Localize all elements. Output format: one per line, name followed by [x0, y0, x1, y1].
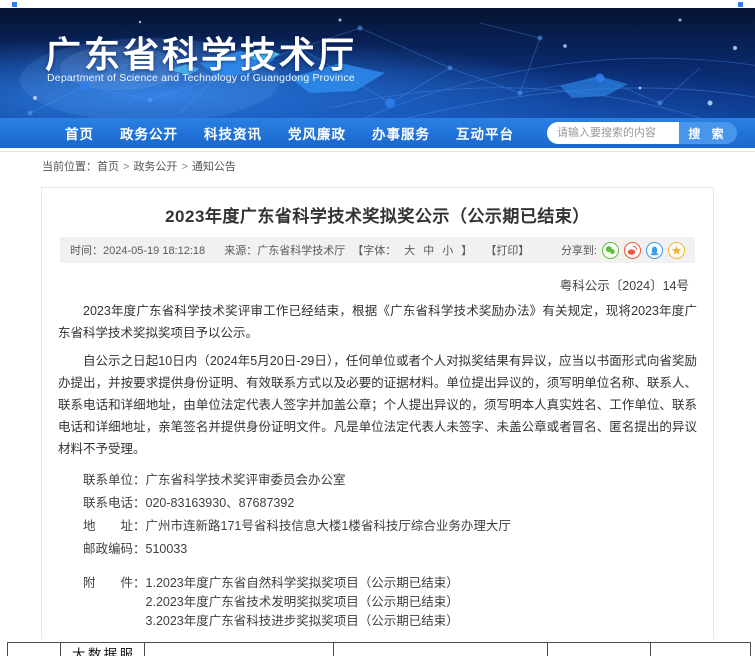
attachments-label: 附 件：: [83, 574, 146, 631]
print-button[interactable]: 【打印】: [485, 245, 529, 257]
nav-item-6[interactable]: 互动平台: [443, 123, 527, 143]
attachments: 附 件： 1.2023年度广东省自然科学奖拟奖项目（公示期已结束）2.2023年…: [58, 574, 697, 631]
cell-nominator: 广州市科学技术局: [548, 643, 651, 656]
project-name-text: 大数据服务器主板用高速高多层印制电路关键技术及产业化: [62, 644, 143, 656]
nav-item-5[interactable]: 办事服务: [359, 123, 443, 143]
page: 广东省科学技术厅 Department of Science and Techn…: [0, 0, 755, 656]
source: 来源：广东省科学技术厅: [224, 245, 345, 257]
article: 2023年度广东省科学技术奖拟奖公示（公示期已结束） 时间：2024-05-19…: [41, 187, 714, 639]
nav-item-4[interactable]: 党风廉政: [275, 123, 359, 143]
breadcrumb-separator: >: [181, 161, 187, 173]
cell-awardees: 黎钦源曾 红彭镜辉杨 舒田 玲黄 欣钟根带向参军张德金倪浩然: [145, 643, 334, 656]
breadcrumb-link-2[interactable]: 政务公开: [133, 161, 177, 173]
contact-value: 广东省科学技术奖评审委员会办公室: [146, 473, 346, 487]
weibo-share-icon[interactable]: [624, 242, 641, 259]
fontsize-buttons: 大中小: [400, 245, 457, 257]
meta-left: 时间：2024-05-19 18:12:18 来源：广东省科学技术厅 【字体： 大…: [70, 242, 533, 258]
search-input[interactable]: [547, 122, 679, 144]
attachment-list: 1.2023年度广东省自然科学奖拟奖项目（公示期已结束）2.2023年度广东省技…: [146, 574, 459, 631]
qzone-share-icon[interactable]: [668, 242, 685, 259]
contact-line-3: 地 址：广州市连新路171号省科技信息大楼1楼省科技厅综合业务办理大厅: [83, 515, 697, 538]
contact-value: 020-83163930、87687392: [146, 496, 295, 510]
top-strip: [0, 0, 755, 8]
share-icons: [597, 242, 685, 259]
breadcrumb-link-1[interactable]: 首页: [97, 161, 119, 173]
breadcrumb-link-3[interactable]: 通知公告: [192, 161, 236, 173]
main-nav: 首页政务公开科技资讯党风廉政办事服务互动平台 搜 索: [0, 118, 755, 148]
attachment-link-1[interactable]: 1.2023年度广东省自然科学奖拟奖项目（公示期已结束）: [146, 574, 459, 593]
document-number: 粤科公示〔2024〕14号: [52, 263, 703, 294]
publish-time: 时间：2024-05-19 18:12:18: [70, 245, 205, 257]
attachment-link-2[interactable]: 2.2023年度广东省技术发明奖拟奖项目（公示期已结束）: [146, 593, 459, 612]
fontsize-button-3[interactable]: 小: [442, 245, 453, 257]
contact-label: 联系电话：: [83, 496, 146, 510]
page-title: 2023年度广东省科学技术奖拟奖公示（公示期已结束）: [52, 202, 703, 227]
article-meta-bar: 时间：2024-05-19 18:12:18 来源：广东省科学技术厅 【字体： 大…: [60, 237, 695, 263]
fontsize-suffix: 】: [461, 245, 472, 257]
deco-square-icon: [738, 2, 743, 7]
contact-line-4: 邮政编码：510033: [83, 538, 697, 561]
contact-label: 地 址：: [83, 519, 146, 533]
fontsize-prefix: 【字体：: [352, 245, 396, 257]
contact-label: 联系单位：: [83, 473, 146, 487]
breadcrumb-separator: >: [123, 161, 129, 173]
share-label: 分享到:: [561, 242, 597, 258]
nav-menu: 首页政务公开科技资讯党风廉政办事服务互动平台: [52, 123, 527, 143]
nav-item-2[interactable]: 政务公开: [107, 123, 191, 143]
contact-line-2: 联系电话：020-83163930、87687392: [83, 492, 697, 515]
paragraph-2: 自公示之日起10日内（2024年5月20日-29日），任何单位或者个人对拟奖结果…: [58, 350, 697, 460]
cell-category: J06-仪器仪表与电器: [651, 643, 751, 656]
fontsize-button-2[interactable]: 中: [423, 245, 434, 257]
contact-value: 510033: [146, 542, 188, 556]
breadcrumb-links: 首页 > 政务公开 > 通知公告: [97, 161, 236, 173]
wechat-share-icon[interactable]: [602, 242, 619, 259]
award-table: 24 大数据服务器主板用高速高多层印制电路关键技术及产业化 黎钦源曾 红彭镜辉杨…: [7, 642, 751, 656]
contact-info: 联系单位：广东省科学技术奖评审委员会办公室联系电话：020-83163930、8…: [58, 469, 697, 561]
contact-line-1: 联系单位：广东省科学技术奖评审委员会办公室: [83, 469, 697, 492]
fontsize-button-1[interactable]: 大: [404, 245, 415, 257]
site-banner: 广东省科学技术厅 Department of Science and Techn…: [0, 8, 755, 118]
nav-item-3[interactable]: 科技资讯: [191, 123, 275, 143]
share-bar: 分享到:: [561, 242, 685, 259]
nav-item-1[interactable]: 首页: [52, 123, 107, 143]
contact-label: 邮政编码：: [83, 542, 146, 556]
site-subtitle-english: Department of Science and Technology of …: [47, 72, 355, 84]
search-button[interactable]: 搜 索: [679, 122, 737, 144]
attachment-link-3[interactable]: 3.2023年度广东省科技进步奖拟奖项目（公示期已结束）: [146, 612, 459, 631]
deco-square-icon: [12, 2, 17, 7]
site-title: 广东省科学技术厅: [45, 26, 357, 78]
table-row: 24 大数据服务器主板用高速高多层印制电路关键技术及产业化 黎钦源曾 红彭镜辉杨…: [8, 643, 751, 656]
qq-share-icon[interactable]: [646, 242, 663, 259]
breadcrumb: 当前位置：首页 > 政务公开 > 通知公告: [0, 152, 755, 181]
contact-value: 广州市连新路171号省科技信息大楼1楼省科技厅综合业务办理大厅: [146, 519, 511, 533]
cell-project-name: 大数据服务器主板用高速高多层印制电路关键技术及产业化: [61, 643, 145, 656]
search-bar: 搜 索: [547, 122, 737, 144]
cell-organizations: 广州广合科技股份有限公司华南理工大学: [334, 643, 548, 656]
breadcrumb-label: 当前位置：: [42, 161, 97, 173]
cell-serial-number: 24: [8, 643, 61, 656]
paragraph-1: 2023年度广东省科学技术奖评审工作已经结束，根据《广东省科学技术奖励办法》有关…: [58, 300, 697, 344]
